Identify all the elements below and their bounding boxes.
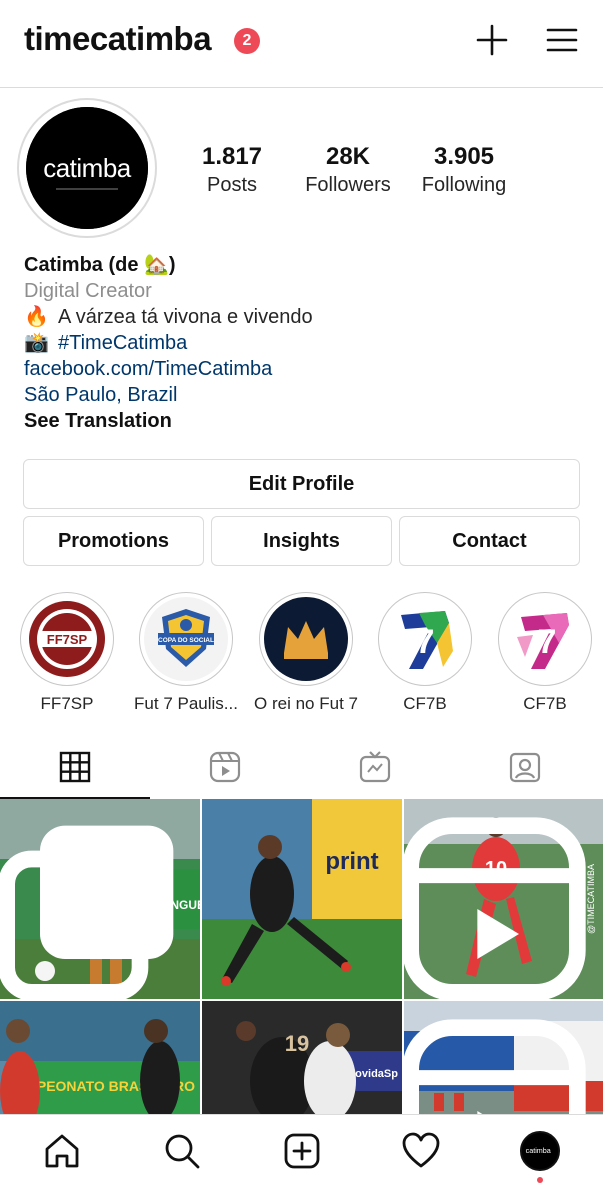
highlight-ring: COPA DO SOCIAL (138, 592, 233, 686)
cf7b-badge-text: 7 (415, 623, 434, 661)
tagged-icon (509, 752, 541, 783)
profile-avatar-nav[interactable]: catimba (520, 1131, 560, 1171)
profile-bio: Catimba (de 🏡) Digital Creator 🔥 A várzea… (24, 252, 584, 434)
cf7b-logo: 7 (382, 597, 467, 681)
reels-badge-icon (404, 817, 586, 999)
stat-following[interactable]: 3.905 Following (399, 142, 529, 198)
notification-badge[interactable]: 2 (234, 28, 260, 54)
hamburger-menu-icon[interactable] (544, 22, 580, 58)
highlight-ring (258, 592, 353, 686)
insights-button[interactable]: Insights (211, 516, 392, 566)
post-sign-text: print (325, 848, 378, 875)
copa-do-social-logo: COPA DO SOCIAL (143, 597, 228, 681)
top-header: timecatimba 2 (0, 0, 603, 88)
stat-value: 28K (325, 143, 371, 170)
highlight-cover: COPA DO SOCIAL (143, 597, 228, 681)
post-image-duel: MovidaSp 19 (202, 1001, 402, 1114)
grid-post[interactable]: MovidaSp 19 (202, 1001, 402, 1114)
highlight-cover: 7 (382, 597, 467, 681)
external-link[interactable]: facebook.com/TimeCatimba (24, 356, 584, 382)
highlight-ring: 7 (377, 592, 472, 686)
see-translation-link[interactable]: See Translation (24, 408, 584, 434)
highlight-cf7b-1[interactable]: 7 CF7B (377, 592, 472, 714)
profile-tabs (0, 735, 603, 799)
tab-igtv[interactable] (300, 735, 450, 799)
highlight-label: FF7SP (40, 694, 94, 713)
home-icon[interactable] (42, 1131, 82, 1171)
highlight-label: Fut 7 Paulis... (134, 694, 238, 713)
camera-flash-emoji: 📸 (24, 332, 49, 354)
activity-heart-icon[interactable] (401, 1131, 441, 1171)
highlight-o-rei[interactable]: O rei no Fut 7 (254, 592, 358, 714)
stat-followers[interactable]: 28K Followers (283, 142, 413, 198)
cf7b-badge-text: 7 (537, 623, 556, 661)
highlight-ring: 7 (497, 592, 592, 686)
bio-text: A várzea tá vivona e vivendo (58, 306, 313, 328)
plus-icon[interactable] (474, 22, 510, 58)
tab-grid[interactable] (0, 735, 150, 799)
highlight-cover: FF7SP (24, 597, 109, 681)
reels-icon (209, 751, 241, 783)
grid-icon (59, 751, 91, 783)
highlight-label: CF7B (403, 694, 447, 713)
highlight-ff7sp[interactable]: FF7SP FF7SP (19, 592, 114, 714)
profile-category: Digital Creator (24, 280, 152, 302)
ff7sp-badge-text: FF7SP (46, 632, 87, 647)
stat-value: 1.817 (201, 143, 263, 170)
highlight-label: O rei no Fut 7 (254, 694, 358, 713)
promotions-button[interactable]: Promotions (23, 516, 204, 566)
bio-line: 🔥 A várzea tá vivona e vivendo (24, 304, 584, 330)
igtv-icon (359, 751, 391, 783)
catimba-mini-logo: catimba (522, 1133, 558, 1169)
highlight-cover: 7 (502, 597, 587, 681)
stat-posts[interactable]: 1.817 Posts (167, 142, 297, 198)
stat-label: Posts (206, 174, 258, 196)
post-image-campeonato: CAMPEONATO BRASILEIRO (0, 1001, 200, 1114)
highlight-cf7b-2[interactable]: 7 CF7B (497, 592, 592, 714)
crown-cover (263, 597, 348, 681)
profile-display-name: Catimba (de 🏡) (24, 254, 176, 276)
edit-profile-button[interactable]: Edit Profile (23, 459, 580, 509)
posts-grid: QUE NINGUÉM print (0, 799, 603, 1114)
contact-button[interactable]: Contact (399, 516, 580, 566)
highlight-cover (263, 597, 348, 681)
grid-post[interactable] (404, 1001, 603, 1114)
highlight-label: CF7B (523, 694, 567, 713)
cf7b-pink-logo: 7 (502, 597, 587, 681)
profile-username[interactable]: timecatimba (24, 20, 212, 58)
highlight-fut7-paulista[interactable]: COPA DO SOCIAL Fut 7 Paulis... (134, 592, 238, 714)
ff7sp-logo: FF7SP (24, 597, 109, 681)
highlight-ring: FF7SP (19, 592, 114, 686)
new-post-icon[interactable] (282, 1131, 322, 1171)
copa-badge-text: COPA DO SOCIAL (158, 637, 214, 644)
hashtag-link[interactable]: #TimeCatimba (58, 332, 187, 354)
grid-post[interactable]: QUE NINGUÉM (0, 799, 200, 999)
stat-label: Followers (305, 174, 391, 196)
location-link[interactable]: São Paulo, Brazil (24, 382, 584, 408)
svg-text:catimba: catimba (43, 153, 132, 183)
tab-tagged[interactable] (450, 735, 600, 799)
profile-notification-dot (537, 1177, 543, 1183)
reels-badge-icon (404, 1019, 586, 1114)
search-icon[interactable] (162, 1131, 202, 1171)
carousel-icon (0, 825, 174, 999)
nav-avatar-text: catimba (526, 1146, 551, 1155)
bio-line: 📸 #TimeCatimba (24, 330, 584, 356)
bottom-navigation: catimba (0, 1114, 603, 1200)
post-jersey-number: 19 (285, 1031, 309, 1056)
catimba-logo: catimba (26, 107, 148, 229)
fire-emoji: 🔥 (24, 306, 49, 328)
grid-post[interactable]: print (202, 799, 402, 999)
grid-post[interactable]: 10 @TIMECATIMBA (404, 799, 603, 999)
post-image-goalkeeper: print (202, 799, 402, 999)
grid-post[interactable]: CAMPEONATO BRASILEIRO (0, 1001, 200, 1114)
stat-value: 3.905 (433, 143, 495, 170)
profile-avatar: catimba (26, 107, 148, 229)
stat-label: Following (421, 174, 507, 196)
profile-avatar-ring[interactable]: catimba (17, 98, 157, 238)
tab-reels[interactable] (150, 735, 300, 799)
